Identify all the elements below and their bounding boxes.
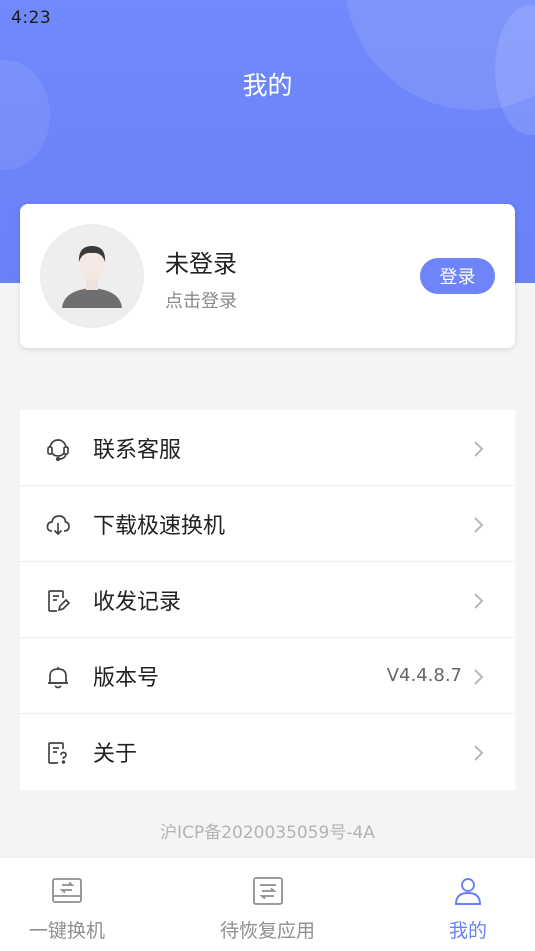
avatar[interactable] — [40, 224, 144, 328]
status-bar-time: 4:23 — [11, 8, 52, 28]
menu-item-label: 收发记录 — [93, 589, 182, 615]
help-document-icon — [48, 742, 67, 764]
settings-menu: 联系客服 下载极速换机 收发记录 版本号 V4.4.8.7 关于 — [20, 410, 515, 790]
chevron-right-icon — [474, 593, 484, 609]
phone-transfer-icon — [52, 878, 82, 903]
menu-item-transfer-records[interactable]: 收发记录 — [20, 562, 515, 638]
menu-item-contact-support[interactable]: 联系客服 — [20, 410, 515, 486]
bell-icon — [48, 667, 68, 689]
user-icon — [455, 878, 481, 905]
edit-document-icon — [48, 590, 71, 612]
menu-item-label: 联系客服 — [93, 437, 182, 463]
tab-label: 一键换机 — [28, 920, 105, 942]
chevron-right-icon — [474, 745, 484, 761]
tab-label: 待恢复应用 — [219, 920, 315, 942]
menu-item-download-app[interactable]: 下载极速换机 — [20, 486, 515, 562]
menu-item-about[interactable]: 关于 — [20, 714, 515, 790]
profile-login-hint[interactable]: 点击登录 — [165, 287, 237, 313]
chevron-right-icon — [474, 669, 484, 685]
tab-restore-apps[interactable]: 待恢复应用 — [210, 858, 325, 951]
tab-mine[interactable]: 我的 — [428, 858, 508, 951]
headset-icon — [47, 439, 69, 462]
bottom-tab-bar: 一键换机 待恢复应用 我的 — [0, 857, 535, 951]
icp-record[interactable]: 沪ICP备2020035059号-4A — [0, 818, 535, 843]
menu-item-version[interactable]: 版本号 V4.4.8.7 — [20, 638, 515, 714]
chevron-right-icon — [474, 441, 484, 457]
chevron-right-icon — [474, 517, 484, 533]
profile-name[interactable]: 未登录 — [165, 244, 237, 279]
profile-card[interactable]: 未登录 点击登录 登录 — [20, 204, 515, 348]
tab-phone-transfer[interactable]: 一键换机 — [16, 858, 118, 951]
menu-item-label: 下载极速换机 — [93, 513, 226, 539]
login-button[interactable]: 登录 — [420, 258, 495, 294]
version-number: V4.4.8.7 — [386, 665, 462, 686]
menu-item-label: 关于 — [93, 742, 138, 767]
default-avatar-icon — [40, 224, 144, 328]
page-title: 我的 — [242, 71, 293, 100]
restore-app-icon — [252, 877, 283, 905]
menu-item-label: 版本号 — [93, 665, 160, 691]
cloud-download-icon — [46, 515, 70, 536]
tab-label: 我的 — [448, 920, 487, 942]
